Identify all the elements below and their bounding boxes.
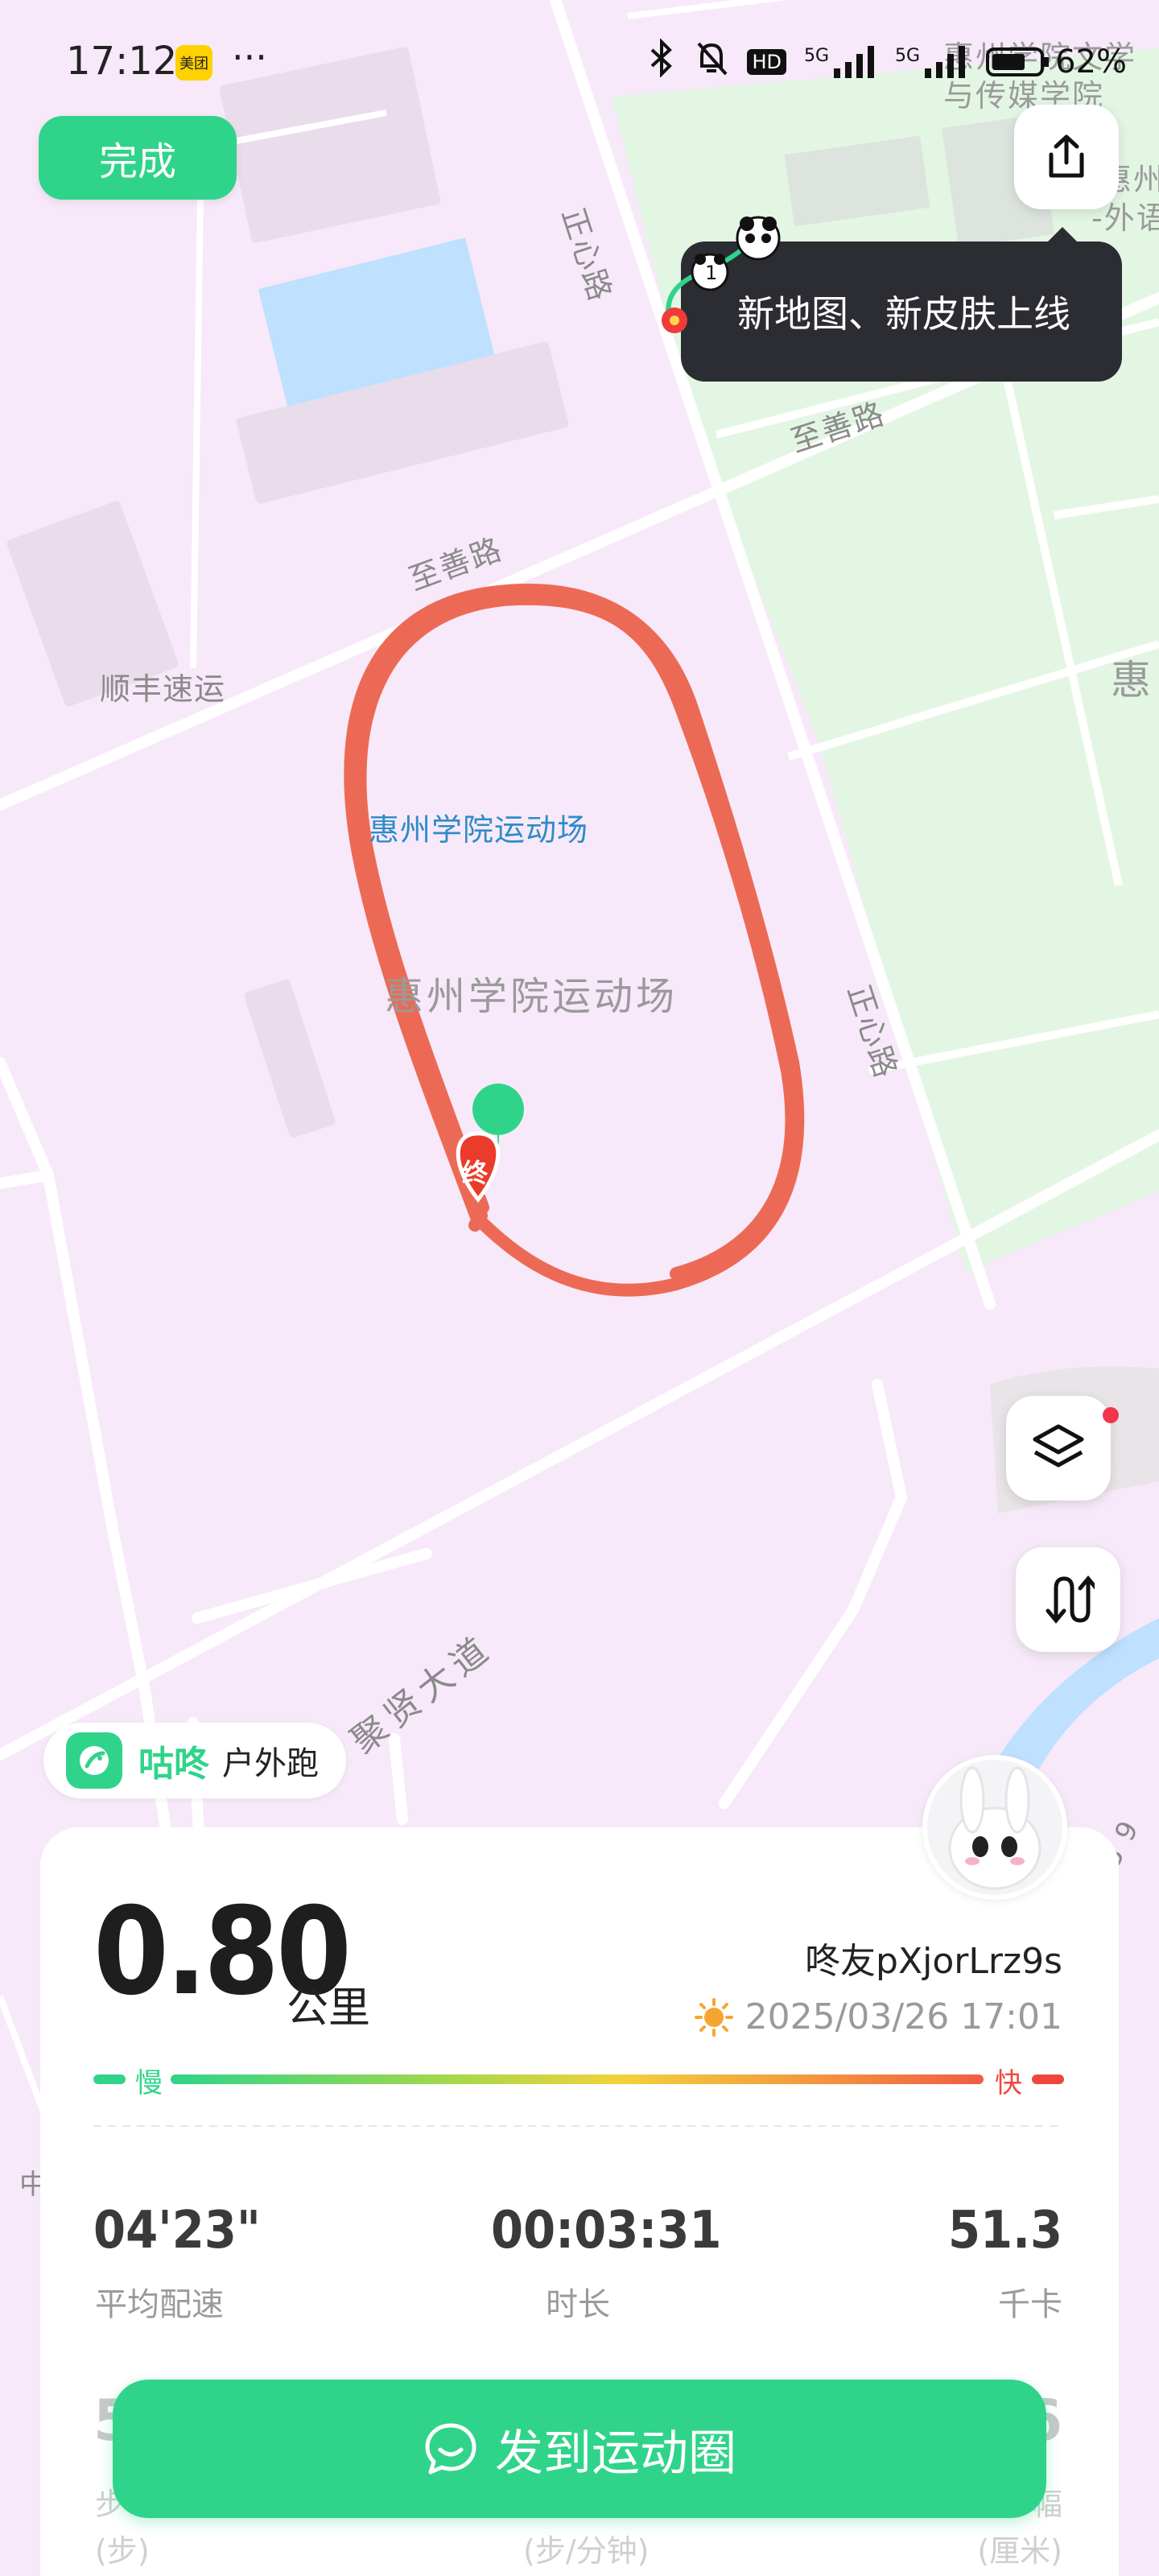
codoon-logo-icon <box>66 1732 122 1789</box>
duration-value: 00:03:31 <box>491 2201 722 2260</box>
share-icon <box>1049 134 1084 178</box>
sun-icon <box>694 1997 733 2037</box>
share-button[interactable] <box>1014 105 1119 209</box>
battery-icon: 62% <box>986 43 1127 80</box>
battery-percent: 62% <box>1055 43 1127 80</box>
calories-value: 51.3 <box>947 2201 1062 2260</box>
cadence-unit-partial: (步/分钟) <box>523 2533 650 2569</box>
status-time: 17:12 <box>66 39 178 84</box>
hd-badge: HD <box>747 49 786 75</box>
distance-unit: 公里 <box>287 1984 371 2033</box>
svg-text:1: 1 <box>705 262 717 284</box>
brand-pill: 咕咚 户外跑 <box>43 1723 346 1798</box>
status-bar: 17:12 美团 ··· HD 5G 5G 62% <box>0 0 1159 121</box>
pace-fast-cap <box>1032 2074 1064 2084</box>
poi-label-stadium: 惠州学院运动场 <box>369 812 589 848</box>
chat-bubble-icon <box>425 2423 476 2475</box>
pace-slow-cap <box>93 2074 126 2084</box>
route-swap-icon <box>1046 1575 1095 1624</box>
activity-type: 户外跑 <box>222 1745 319 1782</box>
poi-label-shunfeng: 顺丰速运 <box>100 671 226 707</box>
post-to-feed-button[interactable]: 发到运动圈 <box>113 2380 1046 2518</box>
pace-gradient-bar <box>171 2074 984 2084</box>
bluetooth-icon <box>647 38 676 85</box>
layers-icon <box>1033 1424 1084 1468</box>
status-icons: HD 5G 5G 62% <box>647 38 1127 85</box>
status-more: ··· <box>232 35 267 79</box>
area-label-stadium: 惠州学院运动场 <box>385 974 678 1019</box>
calories-label: 千卡 <box>998 2286 1062 2323</box>
pace-slow-label: 慢 <box>135 2067 163 2099</box>
route-toggle-button[interactable] <box>1016 1547 1120 1652</box>
post-button-label: 发到运动圈 <box>495 2425 736 2482</box>
user-avatar[interactable] <box>922 1755 1067 1900</box>
pace-fast-label: 快 <box>995 2067 1022 2099</box>
avg-pace-value: 04'23" <box>93 2201 261 2260</box>
poi-label-hui: 惠 <box>1111 657 1153 704</box>
end-marker-label: 终 <box>462 1158 489 1188</box>
signal-1: 5G <box>804 46 877 78</box>
duration-label: 时长 <box>546 2286 610 2323</box>
brand-name: 咕咚 <box>138 1744 209 1785</box>
tooltip-arrow <box>1046 227 1079 243</box>
stride-unit-partial: (厘米) <box>977 2533 1062 2569</box>
done-button[interactable]: 完成 <box>39 116 237 200</box>
datetime-text: 2025/03/26 17:01 <box>744 1996 1062 2037</box>
signal-2: 5G <box>895 46 968 78</box>
map-layers-button[interactable] <box>1006 1396 1111 1501</box>
card-divider <box>93 2125 1064 2127</box>
avg-pace-label: 平均配速 <box>95 2286 224 2323</box>
mute-bell-icon <box>694 39 729 85</box>
meituan-badge: 美团 <box>175 45 212 80</box>
username: 咚友pXjorLrz9s <box>805 1941 1062 1982</box>
mascot-sticker: 1 <box>654 216 790 345</box>
steps-unit-partial: (步) <box>95 2533 150 2569</box>
activity-datetime: 2025/03/26 17:01 <box>694 1996 1062 2037</box>
layers-notification-dot <box>1103 1407 1119 1423</box>
